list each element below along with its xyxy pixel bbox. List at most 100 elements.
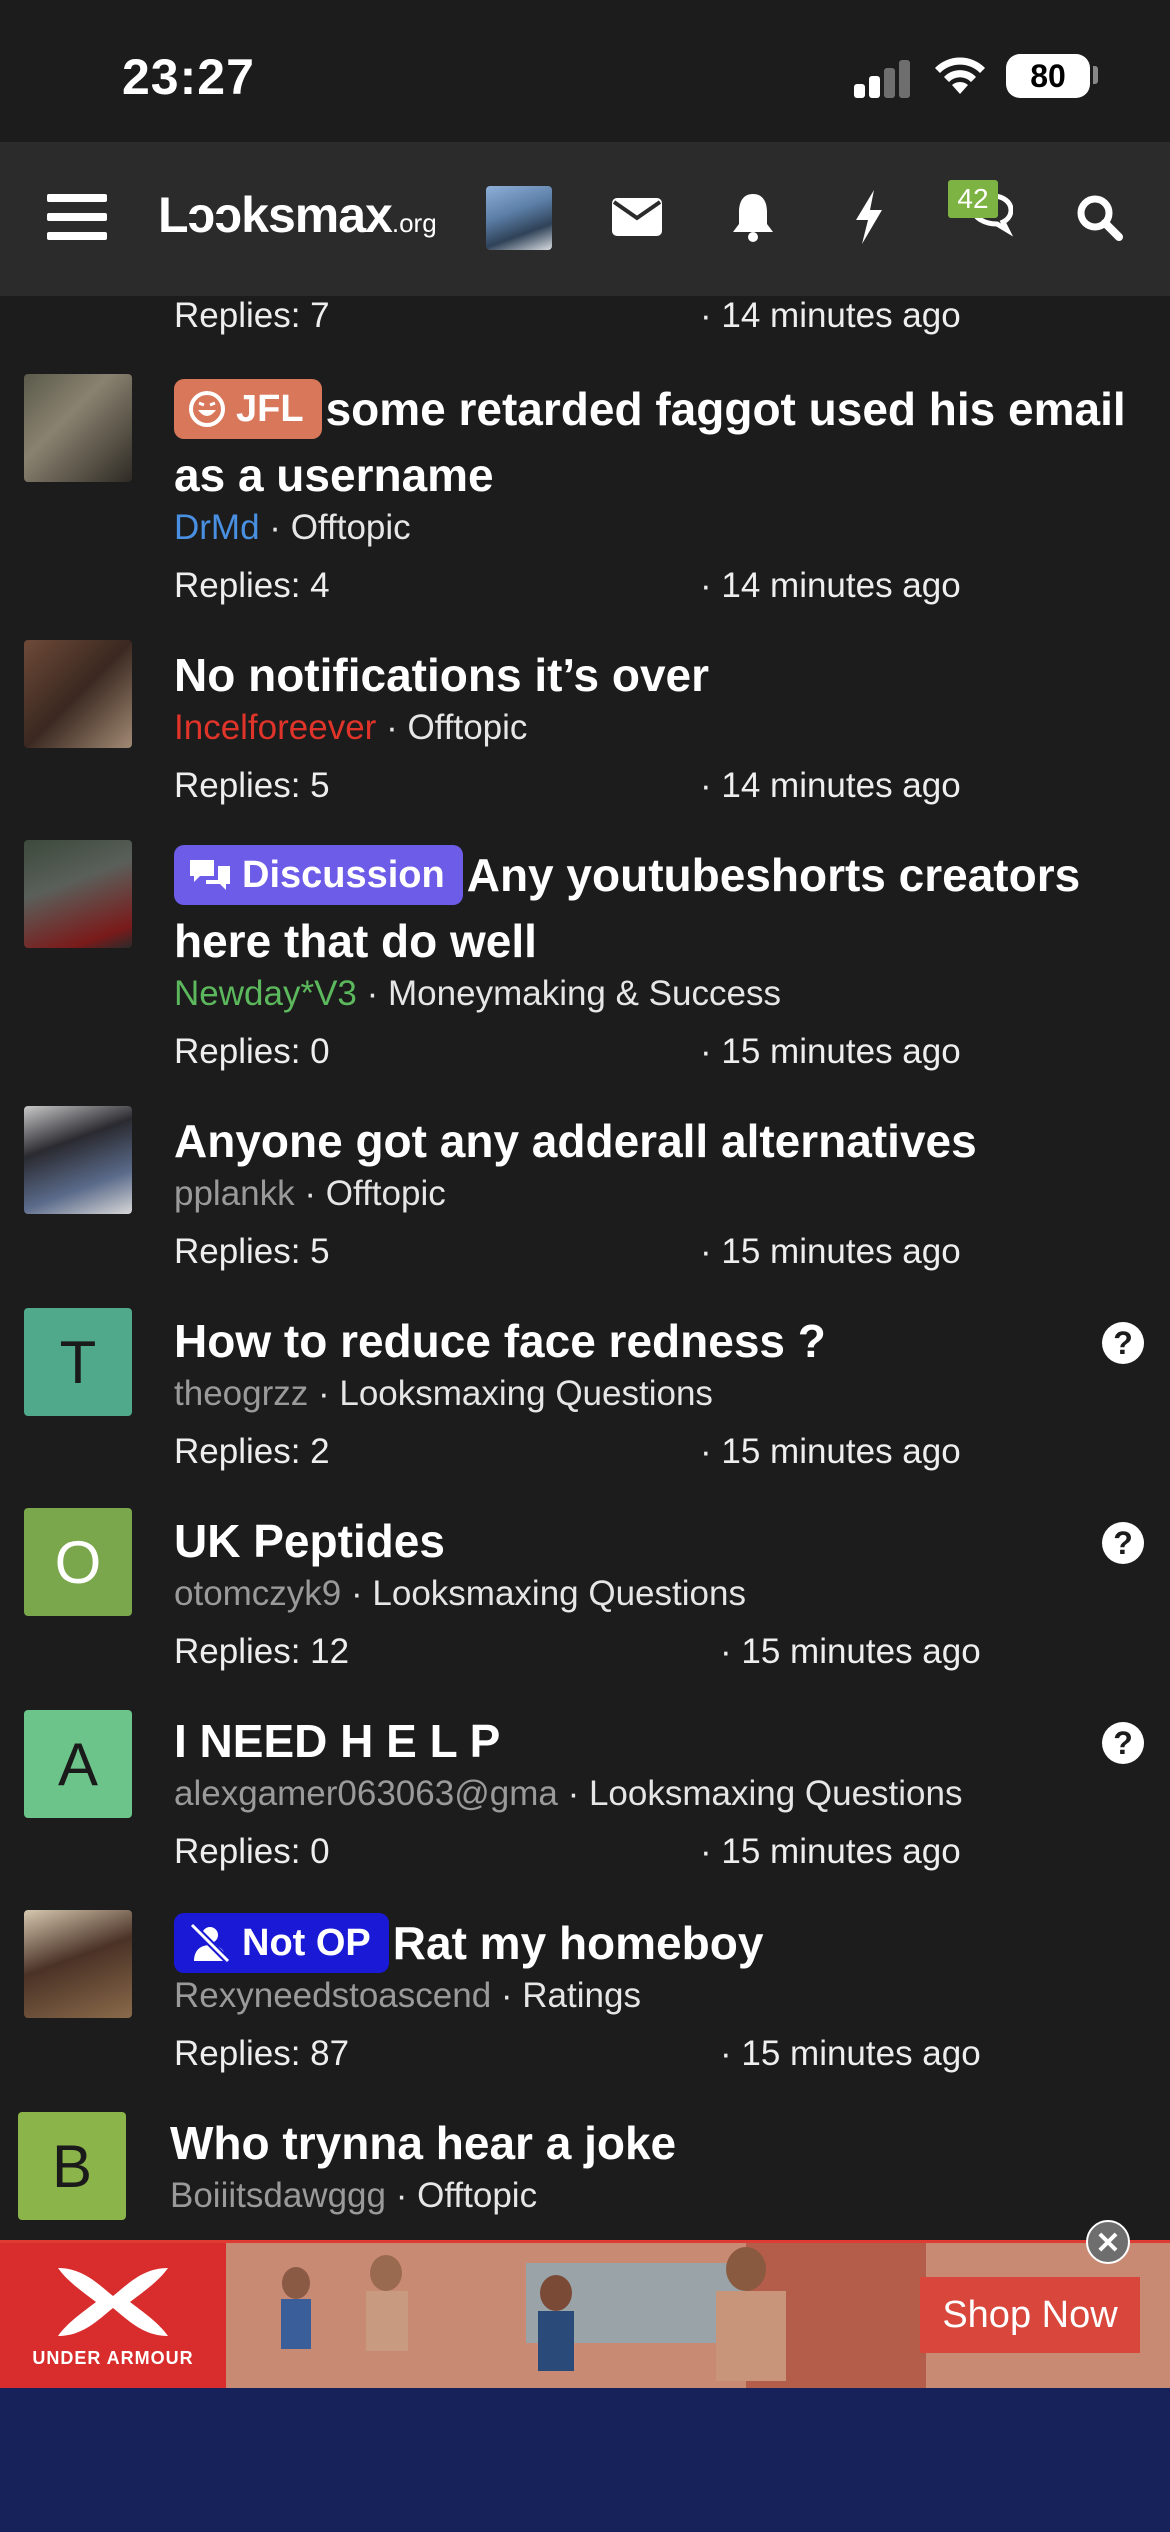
meta-separator: · bbox=[366, 974, 389, 1013]
avatar[interactable] bbox=[24, 1106, 132, 1214]
last-post-time: · 14 minutes ago bbox=[700, 566, 961, 605]
discussion-bubbles-icon bbox=[190, 860, 230, 890]
thread-author[interactable]: DrMd bbox=[174, 508, 260, 547]
avatar[interactable]: A bbox=[24, 1710, 132, 1818]
reply-count: Replies: 0 bbox=[174, 1832, 330, 1871]
thread-stats: Replies: 0 · 15 minutes ago bbox=[174, 1832, 1170, 1872]
thread-forum[interactable]: Moneymaking & Success bbox=[388, 974, 781, 1013]
last-post-time: · 15 minutes ago bbox=[700, 1032, 961, 1071]
meta-separator: · bbox=[386, 708, 408, 747]
thread-stats: Replies: 2 · 15 minutes ago bbox=[174, 1432, 1170, 1472]
prefix-label: JFL bbox=[236, 388, 304, 430]
thread-forum[interactable]: Offtopic bbox=[291, 508, 411, 547]
thread-meta: Incelforeever · Offtopic bbox=[174, 708, 527, 748]
reply-count: Replies: 5 bbox=[174, 766, 330, 805]
thread-title-text: Anyone got any adderall alternatives bbox=[174, 1115, 977, 1167]
thread-forum[interactable]: Offtopic bbox=[326, 1174, 446, 1213]
thread-author[interactable]: Boiiitsdawggg bbox=[170, 2176, 386, 2215]
thread-author[interactable]: theogrzz bbox=[174, 1374, 308, 1413]
thread-title[interactable]: No notifications it’s over bbox=[174, 642, 1140, 708]
thread-title[interactable]: Who trynna hear a joke bbox=[170, 2110, 1140, 2176]
thread-author[interactable]: pplankk bbox=[174, 1174, 295, 1213]
thread-title-text: Rat my homeboy bbox=[392, 1917, 764, 1969]
reply-count: Replies: 7 bbox=[174, 296, 330, 335]
prefix-label: Discussion bbox=[242, 854, 445, 896]
lightning-bolt-icon[interactable] bbox=[834, 182, 904, 252]
thread-author[interactable]: otomczyk9 bbox=[174, 1574, 341, 1613]
ad-image[interactable]: Shop Now bbox=[226, 2243, 1170, 2388]
reply-count: Replies: 12 bbox=[174, 1632, 350, 1671]
thread-forum[interactable]: Ratings bbox=[522, 1976, 641, 2015]
ad-banner[interactable]: UNDER ARMOUR Shop Now bbox=[0, 2240, 1170, 2388]
last-post-time: · 14 minutes ago bbox=[700, 766, 961, 805]
avatar[interactable]: T bbox=[24, 1308, 132, 1416]
thread-title[interactable]: UK Peptides bbox=[174, 1508, 1140, 1574]
site-logo[interactable]: Lɔɔksmax.org bbox=[158, 186, 437, 244]
status-bar: 23:27 80 bbox=[0, 0, 1170, 142]
thread-author[interactable]: Incelforeever bbox=[174, 708, 376, 747]
thread-author[interactable]: alexgamer063063@gma bbox=[174, 1774, 558, 1813]
thread-stats: Replies: 87 · 15 minutes ago bbox=[174, 2034, 1170, 2074]
prefix-label: Not OP bbox=[242, 1922, 371, 1964]
reply-count: Replies: 5 bbox=[174, 1232, 330, 1271]
avatar[interactable]: O bbox=[24, 1508, 132, 1616]
thread-title[interactable]: Not OP Rat my homeboy bbox=[174, 1910, 1140, 1976]
thread-title-text: How to reduce face redness ? bbox=[174, 1315, 826, 1367]
thread-title-text: No notifications it’s over bbox=[174, 649, 710, 701]
ad-close-button[interactable]: ✕ bbox=[1086, 2220, 1130, 2264]
thread-title[interactable]: JFL some retarded faggot used his email … bbox=[174, 376, 1140, 508]
ad-brand-logo[interactable]: UNDER ARMOUR bbox=[0, 2243, 226, 2388]
thread-meta: theogrzz · Looksmaxing Questions bbox=[174, 1374, 713, 1414]
under-armour-logo-icon bbox=[58, 2268, 168, 2336]
thread-meta: otomczyk9 · Looksmaxing Questions bbox=[174, 1574, 746, 1614]
thread-stats: Replies: 7 · 14 minutes ago bbox=[174, 296, 1170, 336]
question-thread-icon: ? bbox=[1102, 1322, 1144, 1364]
thread-stats: Replies: 5 · 14 minutes ago bbox=[174, 766, 1170, 806]
last-post-time: · 15 minutes ago bbox=[720, 1632, 981, 1671]
thread-title[interactable]: Discussion Any youtubeshorts creators he… bbox=[174, 842, 1140, 974]
reply-count: Replies: 0 bbox=[174, 1032, 330, 1071]
meta-separator: · bbox=[351, 1574, 373, 1613]
thread-meta: alexgamer063063@gma · Looksmaxing Questi… bbox=[174, 1774, 963, 1814]
shop-now-button[interactable]: Shop Now bbox=[920, 2277, 1140, 2353]
avatar[interactable] bbox=[24, 374, 132, 482]
avatar[interactable] bbox=[24, 1910, 132, 2018]
battery-level: 80 bbox=[1006, 54, 1090, 98]
thread-title[interactable]: Anyone got any adderall alternatives bbox=[174, 1108, 1140, 1174]
thread-stats: Replies: 12 · 15 minutes ago bbox=[174, 1632, 1170, 1672]
thread-forum[interactable]: Looksmaxing Questions bbox=[339, 1374, 713, 1413]
thread-meta: DrMd · Offtopic bbox=[174, 508, 411, 548]
top-nav-bar: Lɔɔksmax.org 42 bbox=[0, 142, 1170, 296]
cellular-signal-icon bbox=[854, 58, 914, 98]
reply-count: Replies: 87 bbox=[174, 2034, 350, 2073]
menu-icon[interactable] bbox=[42, 182, 112, 252]
thread-title-text: I NEED H E L P bbox=[174, 1715, 501, 1767]
meta-separator: · bbox=[304, 1174, 326, 1213]
thread-title[interactable]: I NEED H E L P bbox=[174, 1708, 1140, 1774]
thread-forum[interactable]: Offtopic bbox=[407, 708, 527, 747]
last-post-time: · 14 minutes ago bbox=[700, 296, 961, 335]
meta-separator: · bbox=[269, 508, 291, 547]
avatar[interactable] bbox=[24, 840, 132, 948]
thread-author[interactable]: Newday*V3 bbox=[174, 974, 357, 1013]
thread-forum[interactable]: Offtopic bbox=[417, 2176, 537, 2215]
jfl-prefix-badge: JFL bbox=[174, 379, 322, 439]
meta-separator: · bbox=[567, 1774, 589, 1813]
avatar[interactable]: B bbox=[18, 2112, 126, 2220]
thread-title[interactable]: How to reduce face redness ? bbox=[174, 1308, 1140, 1374]
reply-count: Replies: 4 bbox=[174, 566, 330, 605]
meta-separator: · bbox=[317, 1374, 340, 1413]
search-icon[interactable] bbox=[1064, 182, 1134, 252]
thread-meta: Newday*V3 · Moneymaking & Success bbox=[174, 974, 781, 1014]
thread-author[interactable]: Rexyneedstoascend bbox=[174, 1976, 491, 2015]
not-op-prefix-badge: Not OP bbox=[174, 1913, 389, 1973]
bell-icon[interactable] bbox=[718, 182, 788, 252]
thread-forum[interactable]: Looksmaxing Questions bbox=[589, 1774, 963, 1813]
logo-text: Lɔɔksmax bbox=[158, 187, 393, 243]
user-avatar[interactable] bbox=[486, 186, 552, 250]
ad-brand-name: UNDER ARMOUR bbox=[32, 2348, 194, 2368]
thread-forum[interactable]: Looksmaxing Questions bbox=[372, 1574, 746, 1613]
inbox-envelope-icon[interactable] bbox=[602, 182, 672, 252]
thread-stats: Replies: 4 · 14 minutes ago bbox=[174, 566, 1170, 606]
avatar[interactable] bbox=[24, 640, 132, 748]
